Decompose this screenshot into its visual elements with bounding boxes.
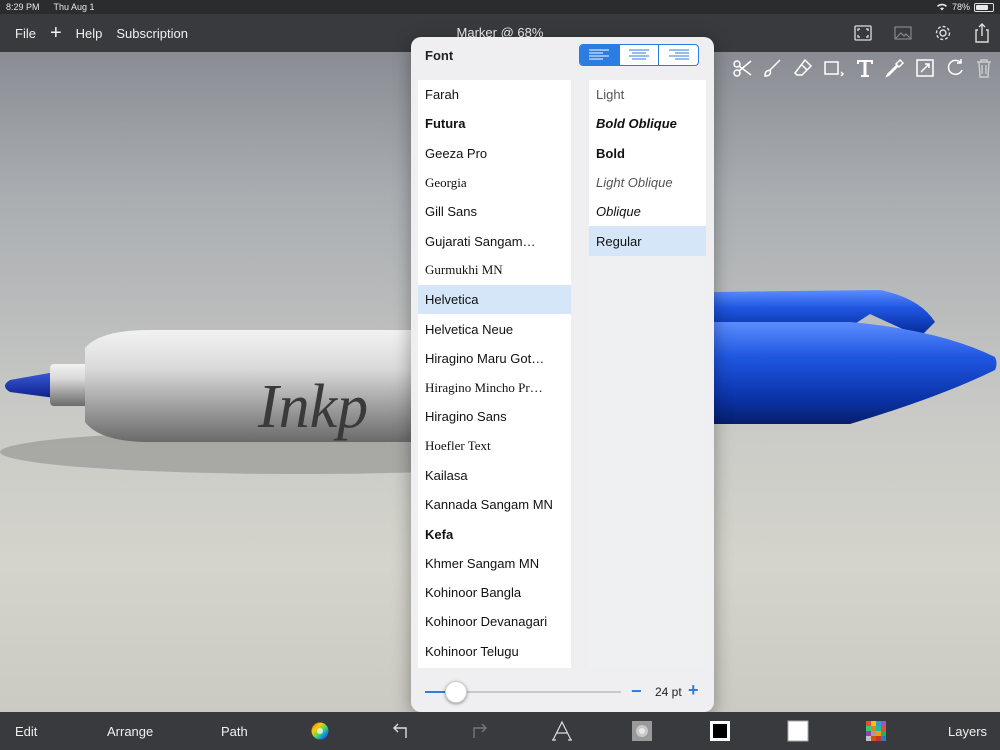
pen-barrel [710, 322, 997, 424]
fullscreen-icon[interactable] [854, 25, 872, 41]
share-icon[interactable] [974, 23, 990, 43]
align-right-icon [668, 49, 689, 60]
status-time: 8:29 PM [6, 2, 40, 12]
texture-icon[interactable] [631, 712, 653, 750]
font-style-item[interactable]: Bold [589, 139, 706, 168]
shape-tool-icon[interactable] [822, 57, 846, 79]
status-bar: 8:29 PM Thu Aug 1 78% [0, 0, 1000, 14]
redo-icon [471, 712, 489, 750]
app-window: { "status": {"time": "8:29 PM", "date": … [0, 0, 1000, 750]
text-tool-icon[interactable] [854, 57, 876, 79]
layers-button[interactable]: Layers [948, 712, 987, 750]
fill-color-swatch[interactable] [787, 712, 809, 750]
undo-icon[interactable] [391, 712, 409, 750]
path-button[interactable]: Path [221, 712, 248, 750]
font-list-item[interactable]: Kefa [418, 519, 571, 548]
font-style-item[interactable]: Light Oblique [589, 168, 706, 197]
wifi-icon [936, 2, 948, 13]
bottom-toolbar: Edit Arrange Path Layers [0, 712, 1000, 750]
trash-icon[interactable] [974, 57, 994, 79]
color-wheel-icon[interactable] [311, 712, 329, 750]
font-list-item[interactable]: Kannada Sangam MN [418, 490, 571, 519]
font-list-item[interactable]: Hoefler Text [418, 432, 571, 461]
stroke-color-swatch[interactable] [709, 712, 731, 750]
marker-brand-text: Inkp [257, 373, 368, 441]
increase-size-button[interactable]: + [688, 680, 699, 701]
font-list-item[interactable]: Kohinoor Telugu [418, 637, 571, 666]
transform-icon[interactable] [914, 57, 936, 79]
brush-icon[interactable] [762, 57, 784, 79]
font-size-controls: − 24 pt + [411, 677, 714, 707]
font-list-item[interactable]: Georgia [418, 168, 571, 197]
align-right-button[interactable] [659, 45, 698, 65]
rotate-icon[interactable] [944, 57, 966, 79]
pattern-icon[interactable] [865, 712, 887, 750]
font-size-value: 24 pt [655, 685, 682, 699]
font-list-item[interactable]: Helvetica [418, 285, 571, 315]
font-size-slider-thumb[interactable] [445, 681, 468, 703]
popover-title: Font [425, 48, 454, 63]
font-list-item[interactable]: Geeza Pro [418, 139, 571, 168]
font-style-item[interactable]: Regular [589, 226, 706, 256]
settings-gear-icon[interactable] [934, 24, 952, 42]
font-list-item[interactable]: Kailasa [418, 461, 571, 490]
align-left-icon [589, 49, 610, 60]
marker-collar [50, 364, 90, 406]
battery-level [976, 4, 989, 10]
font-style-item[interactable]: Light [589, 80, 706, 109]
font-list-item[interactable]: Gurmukhi MN [418, 256, 571, 285]
battery-percent: 78% [951, 2, 970, 12]
font-list-item[interactable]: Hiragino Sans [418, 402, 571, 431]
font-family-list[interactable]: Farah Futura Geeza Pro Georgia Gill Sans Guja… [418, 80, 571, 668]
font-list-item[interactable]: Khmer Sangam MN [418, 549, 571, 578]
font-style-item[interactable]: Bold Oblique [589, 109, 706, 138]
edit-button[interactable]: Edit [15, 712, 37, 750]
image-icon[interactable] [894, 26, 912, 40]
font-list-item[interactable]: Hiragino Maru Got… [418, 344, 571, 373]
font-list-item[interactable]: Hiragino Mincho Pr… [418, 373, 571, 402]
align-center-icon [629, 49, 649, 60]
font-list-item[interactable]: Gill Sans [418, 197, 571, 226]
font-list-item[interactable]: Farah [418, 80, 571, 109]
font-tool-icon[interactable] [551, 712, 573, 750]
font-style-item[interactable]: Oblique [589, 197, 706, 226]
font-list-item[interactable]: Kohinoor Devanagari [418, 607, 571, 636]
decrease-size-button[interactable]: − [631, 681, 642, 702]
tool-row [732, 52, 1000, 84]
font-list-item[interactable]: Kohinoor Bangla [418, 578, 571, 607]
font-list-item[interactable]: Gujarati Sangam… [418, 226, 571, 255]
font-popover: Font Farah Futura Geeza Pro Georgia Gill San… [411, 37, 714, 712]
align-center-button[interactable] [620, 45, 660, 65]
eraser-icon[interactable] [792, 57, 814, 79]
arrange-button[interactable]: Arrange [107, 712, 153, 750]
status-date: Thu Aug 1 [53, 2, 95, 12]
eyedropper-icon[interactable] [884, 57, 906, 79]
font-list-item[interactable]: Futura [418, 109, 571, 138]
scissors-icon[interactable] [732, 57, 754, 79]
font-list-item[interactable]: Helvetica Neue [418, 314, 571, 343]
alignment-segmented-control [579, 44, 699, 66]
font-style-list[interactable]: Light Bold Oblique Bold Light Oblique Obliqu… [589, 80, 706, 668]
marker-tip [5, 372, 55, 398]
align-left-button[interactable] [580, 45, 620, 65]
battery-icon [974, 2, 994, 12]
